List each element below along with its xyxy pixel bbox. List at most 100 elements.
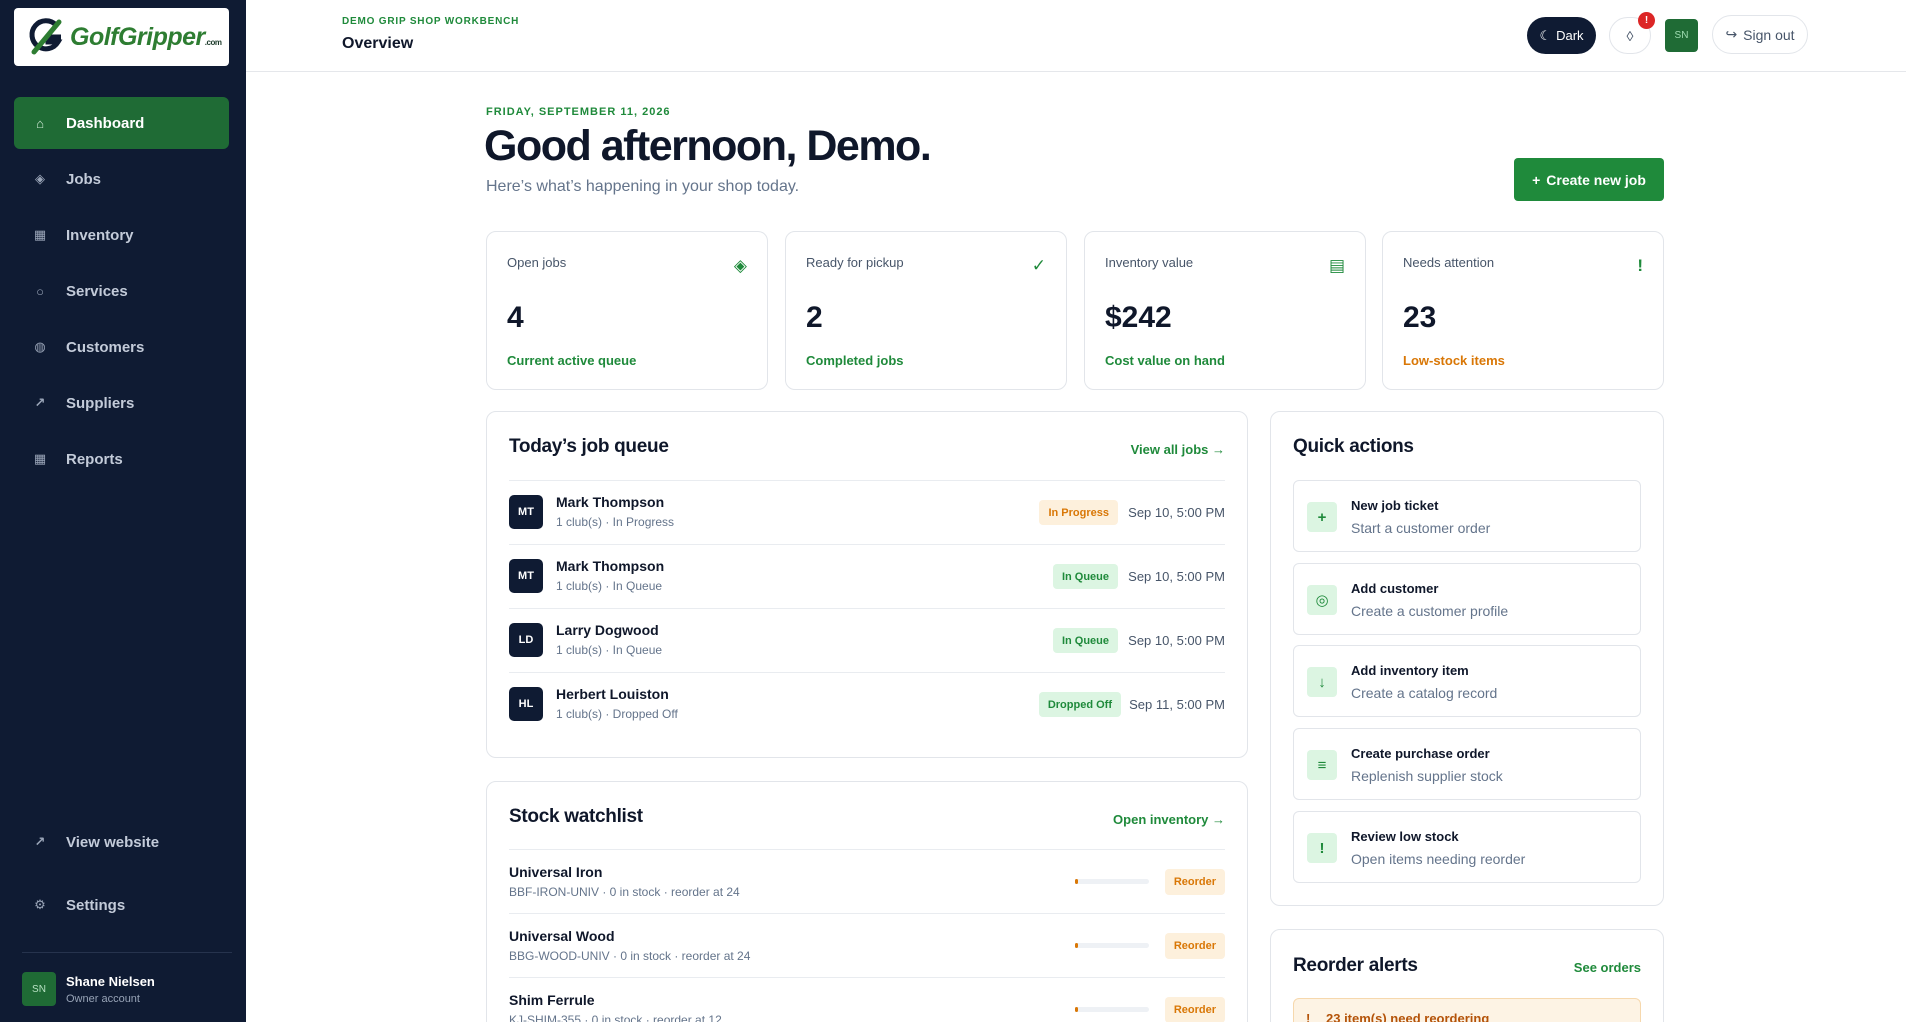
notification-badge: ! xyxy=(1638,12,1655,29)
sidebar-item-dashboard[interactable]: ⌂ Dashboard xyxy=(14,97,229,149)
plus-icon: + xyxy=(1532,171,1541,188)
list-item[interactable]: Universal Wood BBG-WOOD-UNIV · 0 in stoc… xyxy=(509,914,1225,977)
page-title: Overview xyxy=(342,35,414,52)
stock-level-bar xyxy=(1075,879,1149,884)
customer-icon: ◍ xyxy=(34,339,46,354)
view-all-jobs-link[interactable]: View all jobs → xyxy=(1131,442,1225,457)
quick-action-add-inventory-item[interactable]: ↓ Add inventory item Create a catalog re… xyxy=(1293,645,1641,717)
brand-logo[interactable]: GolfGripper.com xyxy=(14,8,229,66)
quick-action-new-job-ticket[interactable]: + New job ticket Start a customer order xyxy=(1293,480,1641,552)
table-icon: ▦ xyxy=(33,451,47,466)
status-badge: In Queue xyxy=(1052,564,1118,589)
quick-action-title: New job ticket xyxy=(1351,498,1439,513)
sidebar-item-view-website[interactable]: ↗ View website xyxy=(14,816,229,868)
item-name: Universal Iron xyxy=(509,864,603,880)
avatar: HL xyxy=(509,687,543,721)
stat-card-ready-for-pickup[interactable]: Ready for pickup ✓ 2 Completed jobs xyxy=(785,231,1067,390)
job-meta: 1 club(s) · Dropped Off xyxy=(556,707,678,721)
customer-name: Herbert Louiston xyxy=(556,686,669,702)
diamond-icon: ◈ xyxy=(733,256,747,275)
alert-icon: ! xyxy=(1637,256,1643,275)
stat-value: 4 xyxy=(507,301,524,334)
list-item[interactable]: Universal Iron BBF-IRON-UNIV · 0 in stoc… xyxy=(509,850,1225,913)
sidebar-item-label: View website xyxy=(66,833,160,851)
sidebar-item-suppliers[interactable]: ↗ Suppliers xyxy=(14,377,229,429)
table-row[interactable]: LD Larry Dogwood 1 club(s) · In Queue In… xyxy=(509,609,1225,672)
customer-name: Mark Thompson xyxy=(556,494,665,510)
date-label: FRIDAY, SEPTEMBER 11, 2026 xyxy=(486,106,671,118)
sidebar-item-settings[interactable]: ⚙ Settings xyxy=(14,879,229,931)
sign-out-icon: ↪ xyxy=(1725,26,1738,42)
avatar: SN xyxy=(22,972,56,1006)
theme-toggle-button[interactable]: ☾ Dark xyxy=(1527,17,1596,54)
avatar[interactable]: SN xyxy=(1665,19,1698,52)
quick-action-add-customer[interactable]: ◎ Add customer Create a customer profile xyxy=(1293,563,1641,635)
user-role: Owner account xyxy=(66,992,140,1005)
open-inventory-link[interactable]: Open inventory → xyxy=(1113,812,1225,827)
see-orders-link[interactable]: See orders xyxy=(1574,960,1641,975)
sidebar-item-inventory[interactable]: ▦ Inventory xyxy=(14,209,229,261)
sidebar-item-customers[interactable]: ◍ Customers xyxy=(14,321,229,373)
quick-action-subtitle: Create a customer profile xyxy=(1351,603,1509,619)
sidebar-item-jobs[interactable]: ◈ Jobs xyxy=(14,153,229,205)
sign-out-button[interactable]: ↪ Sign out xyxy=(1712,15,1808,54)
plus-icon: + xyxy=(1307,502,1337,532)
reorder-badge[interactable]: Reorder xyxy=(1164,933,1225,959)
status-badge: In Queue xyxy=(1052,628,1118,653)
sign-out-label: Sign out xyxy=(1743,26,1795,43)
brand-name: GolfGripper.com xyxy=(70,22,222,51)
quick-actions-panel: Quick actions + New job ticket Start a c… xyxy=(1270,411,1664,906)
quick-action-create-purchase-order[interactable]: ≡ Create purchase order Replenish suppli… xyxy=(1293,728,1641,800)
bell-icon: ◊ xyxy=(1626,27,1634,44)
quick-action-subtitle: Create a catalog record xyxy=(1351,685,1498,701)
quick-action-title: Add customer xyxy=(1351,581,1439,596)
job-date: Sep 11, 5:00 PM xyxy=(1129,697,1225,712)
diamond-icon: ◈ xyxy=(35,171,45,186)
reorder-alert-box[interactable]: ! 23 item(s) need reordering xyxy=(1293,998,1641,1022)
list-item[interactable]: Shim Ferrule KJ-SHIM-355 · 0 in stock · … xyxy=(509,978,1225,1022)
sidebar-bottom-nav: ↗ View website ⚙ Settings xyxy=(14,816,229,942)
stat-card-inventory-value[interactable]: Inventory value ▤ $242 Cost value on han… xyxy=(1084,231,1366,390)
table-row[interactable]: MT Mark Thompson 1 club(s) · In Queue In… xyxy=(509,545,1225,608)
stat-card-open-jobs[interactable]: Open jobs ◈ 4 Current active queue xyxy=(486,231,768,390)
grid-icon: ▦ xyxy=(33,227,47,242)
sidebar-item-label: Services xyxy=(66,282,128,300)
user-card[interactable]: SN Shane Nielsen Owner account xyxy=(22,972,155,1006)
reorder-alerts-panel: Reorder alerts See orders ! 23 item(s) n… xyxy=(1270,929,1664,1022)
stat-label: Open jobs xyxy=(507,255,567,270)
stat-label: Inventory value xyxy=(1105,255,1194,270)
sidebar-item-label: Customers xyxy=(66,338,145,356)
stock-level-fill xyxy=(1075,1007,1078,1012)
sidebar-item-services[interactable]: ○ Services xyxy=(14,265,229,317)
item-meta: BBG-WOOD-UNIV · 0 in stock · reorder at … xyxy=(509,949,751,963)
arrow-icon: ↗ xyxy=(34,395,46,410)
sidebar-divider xyxy=(22,952,232,953)
job-date: Sep 10, 5:00 PM xyxy=(1128,505,1225,520)
sidebar-item-label: Dashboard xyxy=(66,114,145,132)
stat-footnote: Completed jobs xyxy=(806,353,904,368)
create-new-job-button[interactable]: + Create new job xyxy=(1514,158,1664,201)
circle-icon: ○ xyxy=(36,283,44,299)
quick-action-subtitle: Replenish supplier stock xyxy=(1351,768,1503,784)
sidebar-nav: ⌂ Dashboard ◈ Jobs ▦ Inventory ○ Services ◍ C… xyxy=(14,97,229,489)
table-row[interactable]: MT Mark Thompson 1 club(s) · In Progress… xyxy=(509,481,1225,544)
table-row[interactable]: HL Herbert Louiston 1 club(s) · Dropped … xyxy=(509,673,1225,736)
stat-footnote: Cost value on hand xyxy=(1105,353,1225,368)
job-queue-panel: Today’s job queue View all jobs → MT Mar… xyxy=(486,411,1248,758)
stock-level-fill xyxy=(1075,879,1078,884)
item-meta: BBF-IRON-UNIV · 0 in stock · reorder at … xyxy=(509,885,740,899)
stat-footnote: Low-stock items xyxy=(1403,353,1505,368)
stat-label: Needs attention xyxy=(1403,255,1495,270)
alert-icon: ! xyxy=(1306,1011,1311,1022)
golf-gripper-logo-icon xyxy=(29,18,63,55)
sidebar-item-reports[interactable]: ▦ Reports xyxy=(14,433,229,485)
stat-value: $242 xyxy=(1105,301,1172,334)
reorder-badge[interactable]: Reorder xyxy=(1164,869,1225,895)
create-new-job-label: Create new job xyxy=(1546,171,1646,188)
stock-level-bar xyxy=(1075,1007,1149,1012)
stat-card-needs-attention[interactable]: Needs attention ! 23 Low-stock items xyxy=(1382,231,1664,390)
quick-action-review-low-stock[interactable]: ! Review low stock Open items needing re… xyxy=(1293,811,1641,883)
stat-value: 2 xyxy=(806,301,823,334)
top-bar: DEMO GRIP SHOP WORKBENCH Overview ☾ Dark … xyxy=(246,0,1906,72)
reorder-badge[interactable]: Reorder xyxy=(1164,997,1225,1022)
